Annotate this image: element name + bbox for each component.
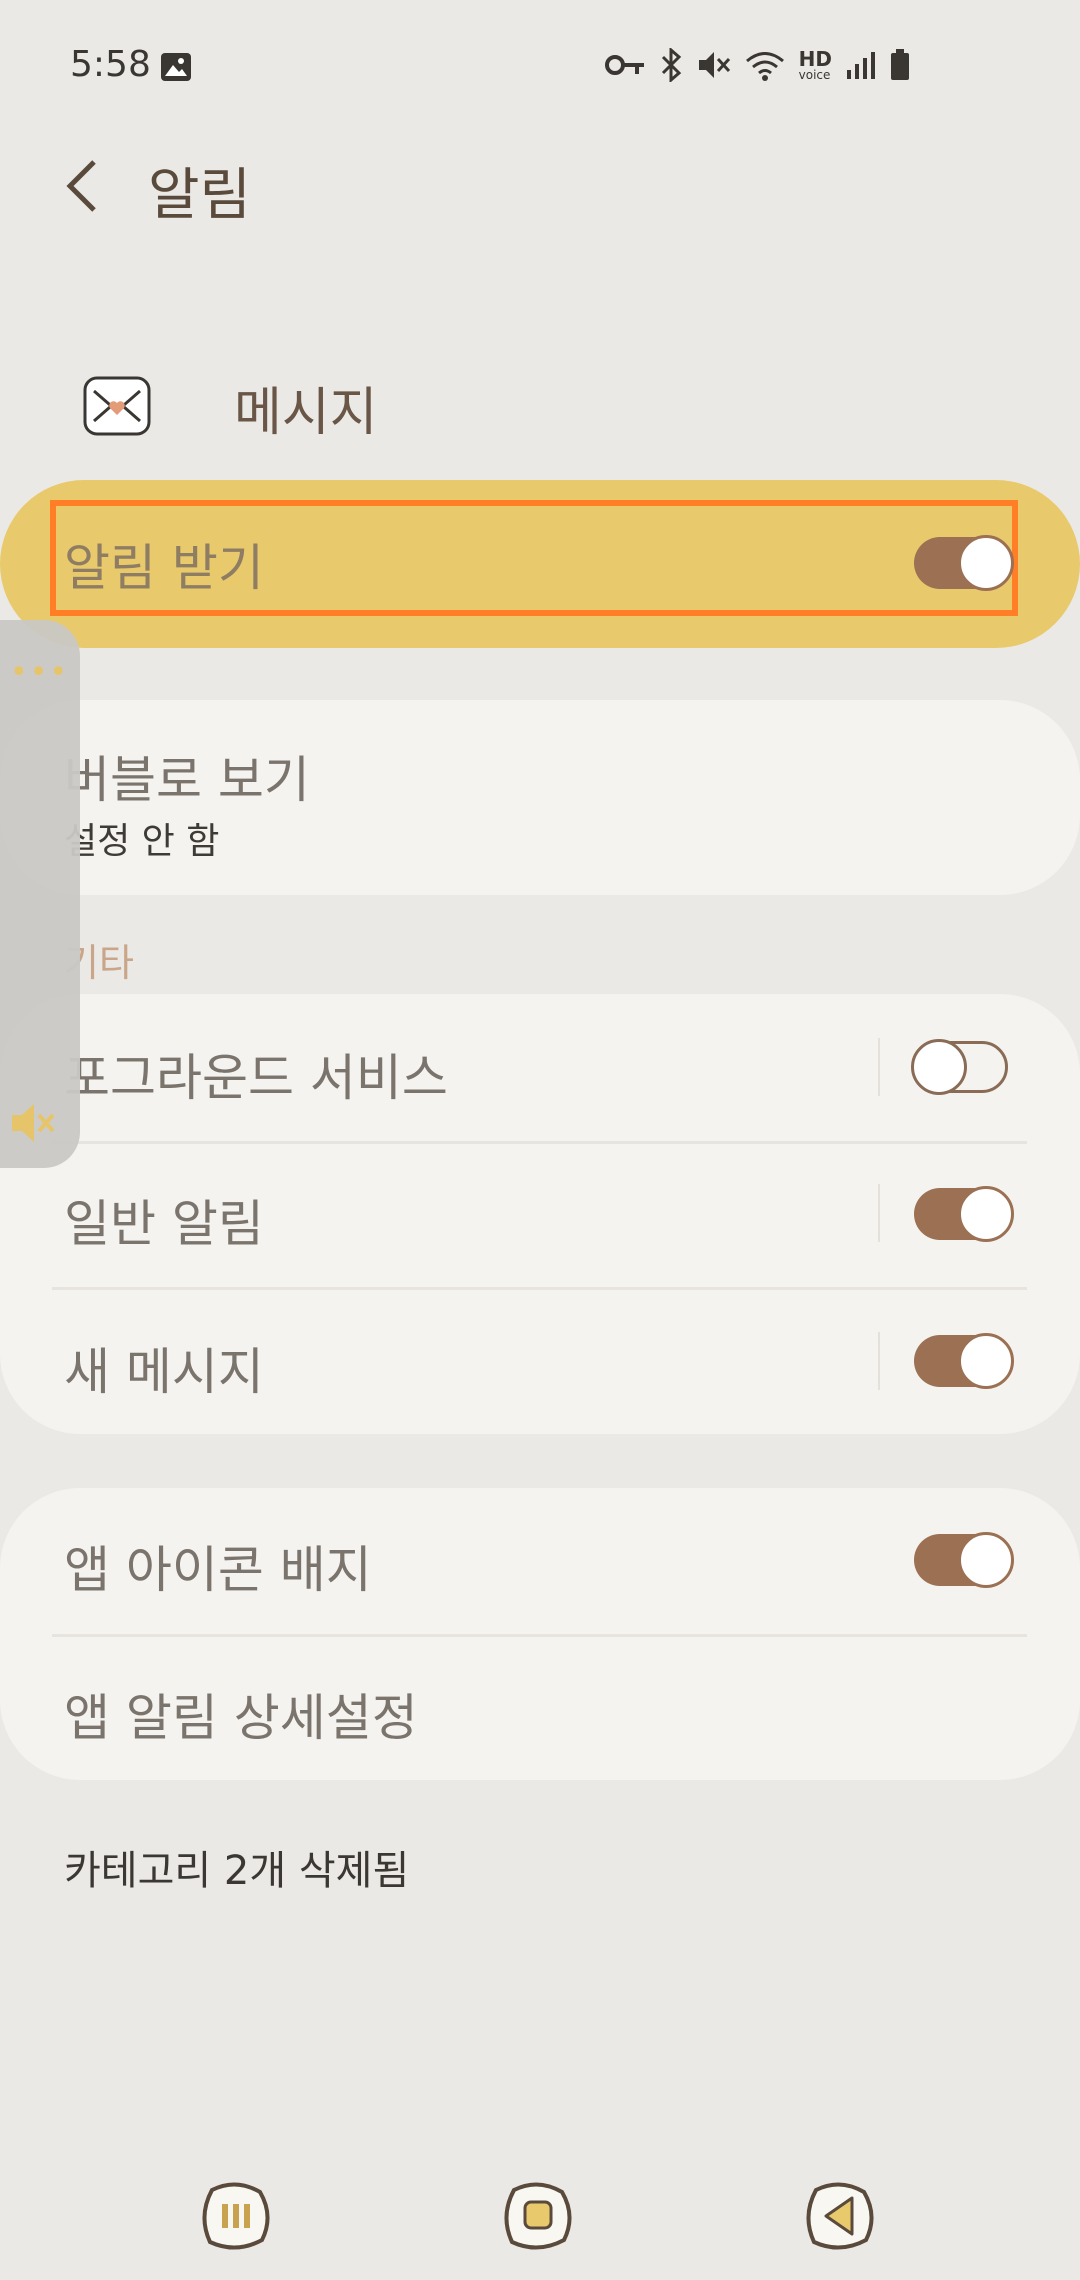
page-title: 알림	[148, 163, 252, 228]
row-app-icon-badge-label[interactable]: 앱 아이콘 배지	[64, 1530, 372, 1602]
divider	[52, 1141, 1027, 1144]
divider-vertical	[878, 1184, 880, 1242]
mute-icon	[698, 52, 730, 78]
side-panel-dots[interactable]: •••	[10, 655, 69, 690]
toggle-knob	[958, 1532, 1014, 1588]
signal-icon	[847, 52, 875, 79]
new-message-toggle[interactable]	[914, 1333, 1014, 1389]
row-foreground-service-label[interactable]: 포그라운드 서비스	[64, 1038, 448, 1110]
floating-side-panel[interactable]	[0, 620, 80, 1168]
toggle-knob	[911, 1039, 967, 1095]
row-app-notification-settings-label[interactable]: 앱 알림 상세설정	[64, 1678, 418, 1750]
app-name: 메시지	[234, 383, 378, 443]
mute-icon[interactable]	[8, 1098, 58, 1148]
master-notification-label: 알림 받기	[64, 539, 264, 597]
status-time: 5:58	[70, 44, 151, 85]
image-icon	[161, 53, 191, 81]
bluetooth-icon	[661, 48, 681, 82]
app-icon-badge-toggle[interactable]	[914, 1532, 1014, 1588]
toggle-knob	[958, 535, 1014, 591]
master-notification-toggle[interactable]	[914, 535, 1014, 591]
hd-label: HD	[798, 47, 832, 71]
voice-label: voice	[798, 68, 831, 82]
key-icon	[604, 55, 644, 75]
recent-apps-icon[interactable]	[198, 2180, 274, 2252]
bubble-subtitle: 설정 안 함	[64, 821, 220, 862]
home-icon[interactable]	[500, 2180, 576, 2252]
chevron-left-icon[interactable]	[62, 158, 102, 214]
divider-vertical	[878, 1038, 880, 1096]
hd-voice-icon: HD voice	[799, 49, 832, 81]
row-general-notifications-label[interactable]: 일반 알림	[64, 1184, 264, 1256]
divider-vertical	[878, 1332, 880, 1390]
envelope-heart-icon	[83, 376, 151, 436]
row-new-message-label[interactable]: 새 메시지	[64, 1332, 264, 1404]
general-notifications-toggle[interactable]	[914, 1186, 1014, 1242]
bubble-title: 버블로 보기	[64, 751, 310, 809]
toggle-knob	[958, 1186, 1014, 1242]
status-icons: HD voice	[604, 48, 910, 82]
divider	[52, 1634, 1027, 1637]
battery-icon	[891, 49, 909, 80]
toggle-knob	[958, 1333, 1014, 1389]
foreground-service-toggle[interactable]	[911, 1039, 1008, 1095]
back-icon[interactable]	[802, 2180, 878, 2252]
wifi-icon	[745, 52, 784, 81]
deleted-categories-text: 카테고리 2개 삭제됨	[64, 1848, 410, 1894]
divider	[52, 1287, 1027, 1290]
